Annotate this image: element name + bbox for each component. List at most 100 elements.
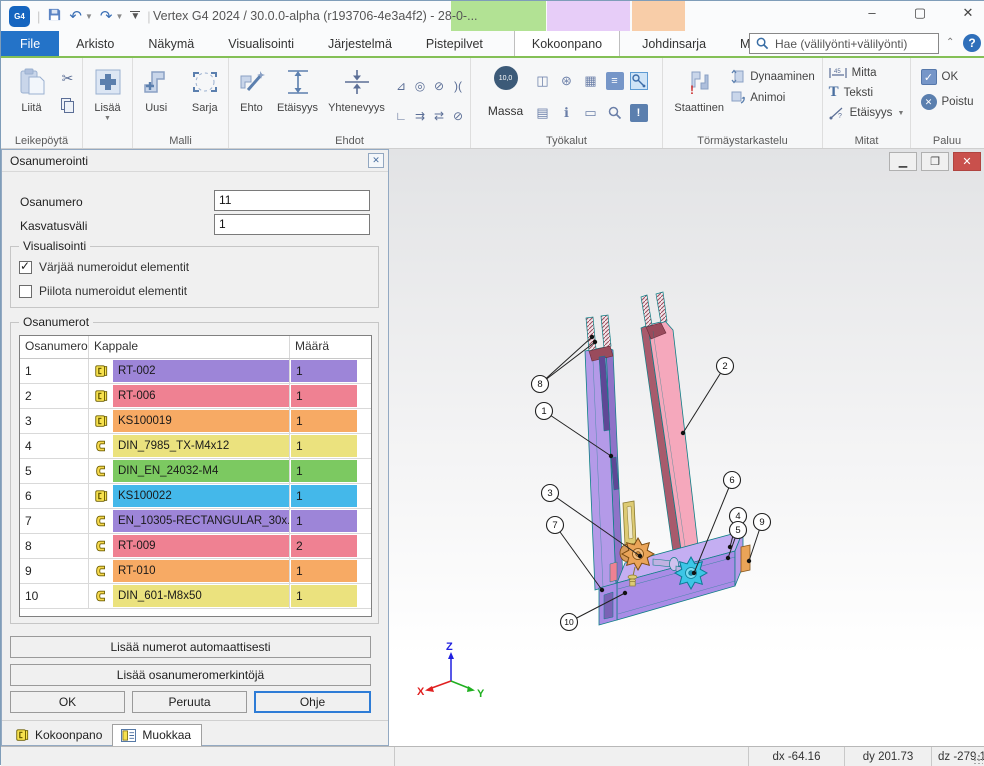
concentric-constraint-icon[interactable]: ◎ (415, 79, 425, 93)
save-icon[interactable] (47, 7, 62, 25)
undo-caret-icon[interactable]: ▼ (85, 12, 93, 21)
increment-input[interactable]: 1 (214, 214, 370, 235)
copy-icon[interactable] (59, 97, 77, 115)
series-button[interactable]: Sarja (182, 63, 229, 114)
cyan-knob-part[interactable] (675, 557, 707, 589)
tab-file[interactable]: File (1, 31, 59, 56)
static-check-button[interactable]: ! Staattinen (670, 63, 728, 114)
app-logo[interactable]: G4 (9, 6, 30, 27)
clamp-plate-part[interactable] (610, 562, 617, 582)
equal-distance-constraint-icon[interactable]: ⇉ (415, 109, 425, 123)
table-row[interactable]: 1RT-0021 (20, 359, 371, 384)
dialog-ok-button[interactable]: OK (10, 691, 125, 713)
redo-icon[interactable]: ↷ (100, 9, 113, 24)
guide-bracket-part[interactable] (623, 501, 636, 545)
table-row[interactable]: 3KS1000191 (20, 409, 371, 434)
add-numbers-auto-button[interactable]: Lisää numerot automaattisesti (10, 636, 371, 658)
warning-icon[interactable]: ! (630, 104, 648, 122)
drawer-icon[interactable]: ▭ (582, 104, 600, 122)
search-box[interactable]: Hae (välilyönti+välilyönti) (749, 33, 939, 54)
tab-pistepilvet[interactable]: Pistepilvet (409, 31, 500, 56)
table-row[interactable]: 4DIN_7985_TX-M4x121 (20, 434, 371, 459)
column-header-maara[interactable]: Määrä (290, 336, 357, 358)
table-row[interactable]: 5DIN_EN_24032-M41 (20, 459, 371, 484)
tab-arkisto[interactable]: Arkisto (59, 31, 131, 56)
exit-button[interactable]: ✕ Poistu (921, 94, 974, 110)
model-canvas[interactable]: 12345678910 Z X Y (389, 149, 984, 746)
fix-constraint-icon[interactable]: ⊘ (453, 109, 463, 123)
end-cap-part[interactable] (741, 545, 750, 572)
zoom-check-icon[interactable] (606, 104, 624, 122)
table-row[interactable]: 8RT-0092 (20, 534, 371, 559)
viewport-restore-button[interactable]: ❐ (921, 152, 949, 171)
dialog-help-button[interactable]: Ohje (254, 691, 371, 713)
cut-icon[interactable]: ✂ (59, 69, 77, 87)
dynamic-check-button[interactable]: Dynaaminen (730, 69, 815, 84)
measure-distance-button[interactable]: ? Etäisyys ▼ (829, 106, 905, 120)
layers-icon[interactable]: ▤ (534, 104, 552, 122)
collapse-ribbon-icon[interactable]: ⌃ (946, 37, 954, 48)
hide-checkbox[interactable] (19, 285, 32, 298)
tab-kokoonpano[interactable]: Kokoonpano (514, 31, 620, 56)
table-icon[interactable]: ▦ (582, 72, 600, 90)
add-balloons-button[interactable]: Lisää osanumeromerkintöjä (10, 664, 371, 686)
table-row[interactable]: 6KS1000221 (20, 484, 371, 509)
right-bar-part[interactable] (641, 292, 700, 573)
dialog-cancel-button[interactable]: Peruuta (132, 691, 247, 713)
perpendicular-constraint-icon[interactable]: ∟ (395, 109, 407, 123)
add-button[interactable]: Lisää ▼ (83, 63, 132, 122)
left-bar-part[interactable] (585, 315, 623, 590)
column-header-osanumero[interactable]: Osanumero (20, 336, 89, 358)
dialog-title-bar[interactable]: Osanumerointi ✕ (2, 150, 388, 172)
text-button[interactable]: T Teksti (829, 84, 905, 101)
info-icon[interactable]: ℹ (558, 104, 576, 122)
increment-label: Kasvatusväli (20, 219, 87, 233)
measure-distance-label: Etäisyys (850, 107, 893, 119)
column-header-kappale[interactable]: Kappale (89, 336, 290, 358)
viewport-close-button[interactable]: ✕ (953, 152, 981, 171)
distance-button[interactable]: Etäisyys (274, 63, 322, 114)
symmetry-constraint-icon[interactable]: )( (454, 79, 462, 93)
part-numbering-icon[interactable] (630, 72, 648, 90)
add-caret-icon[interactable]: ▼ (104, 115, 111, 122)
dimension-button[interactable]: 45 Mitta (829, 67, 905, 79)
z-axis-label: Z (446, 641, 453, 653)
dialog-close-icon[interactable]: ✕ (368, 153, 384, 168)
tangent-constraint-icon[interactable]: ⊘ (434, 79, 444, 93)
tab-visualisointi[interactable]: Visualisointi (211, 31, 311, 56)
new-button[interactable]: Uusi (133, 63, 180, 114)
animate-button[interactable]: Animoi (730, 90, 815, 105)
tab-nakyma[interactable]: Näkymä (131, 31, 211, 56)
maximize-button[interactable]: ▢ (913, 5, 927, 21)
minimize-button[interactable]: – (865, 5, 879, 21)
close-button[interactable]: ✕ (961, 5, 975, 21)
parallel-constraint-icon[interactable]: ⇄ (434, 109, 444, 123)
ok-button[interactable]: ✓ OK (921, 69, 974, 85)
model-viewport[interactable]: 12345678910 Z X Y ▁ ❐ ✕ (389, 149, 984, 746)
colorize-checkbox[interactable] (19, 261, 32, 274)
redo-caret-icon[interactable]: ▼ (115, 12, 123, 21)
measure-distance-caret-icon[interactable]: ▼ (897, 110, 904, 117)
model-compare-icon[interactable]: ◫ (534, 72, 552, 90)
part-number-input[interactable]: 11 (214, 190, 370, 211)
coincidence-button[interactable]: Yhtenevyys (324, 63, 390, 114)
routing-icon[interactable]: ⊛ (558, 72, 576, 90)
resize-grip[interactable] (973, 754, 983, 764)
help-icon[interactable]: ? (963, 34, 981, 52)
equal-parts-icon[interactable]: ≡ (606, 72, 624, 90)
tab-johdinsarja[interactable]: Johdinsarja (625, 31, 723, 56)
undo-icon[interactable]: ↶ (69, 9, 82, 24)
table-row[interactable]: 9RT-0101 (20, 559, 371, 584)
mass-button[interactable]: 10,0 Massa (483, 63, 529, 118)
condition-button[interactable]: Ehto (232, 63, 272, 114)
angle-constraint-icon[interactable]: ⊿ (396, 79, 406, 93)
table-row[interactable]: 7EN_10305-RECTANGULAR_30x...1 (20, 509, 371, 534)
table-row[interactable]: 2RT-0061 (20, 384, 371, 409)
viewport-minimize-button[interactable]: ▁ (889, 152, 917, 171)
table-row[interactable]: 10DIN_601-M8x501 (20, 584, 371, 609)
tab-kokoonpano-bottom[interactable]: Kokoonpano (7, 725, 112, 746)
paste-button[interactable]: Liitä (7, 63, 57, 114)
tab-muokkaa-bottom[interactable]: Muokkaa (112, 724, 202, 746)
customize-qat-icon[interactable]: ▼ (130, 11, 140, 22)
tab-jarjestelma[interactable]: Järjestelmä (311, 31, 409, 56)
